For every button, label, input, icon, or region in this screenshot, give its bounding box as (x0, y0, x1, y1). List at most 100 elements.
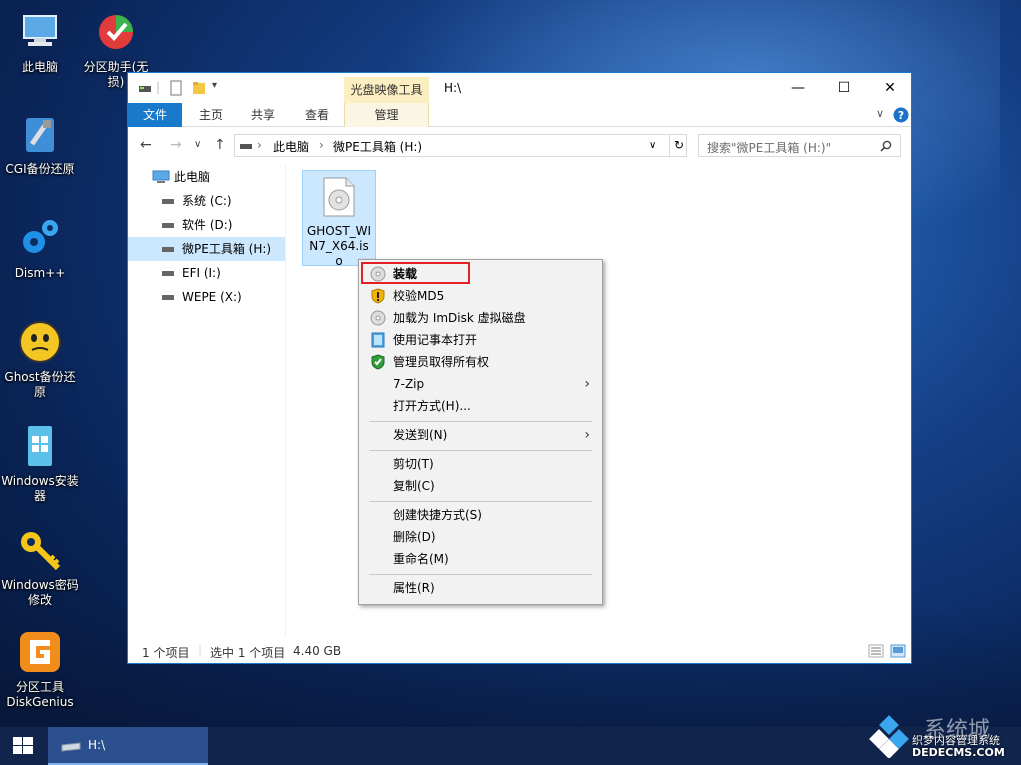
tab-home[interactable]: 主页 (186, 103, 236, 127)
menu-item-label: 属性(R) (393, 581, 435, 595)
menu-item-rename[interactable]: 重命名(M) (361, 548, 600, 570)
file-item-iso[interactable]: GHOST_WIN7_X64.iso (302, 170, 376, 268)
menu-separator (369, 574, 592, 575)
search-input[interactable]: 搜索"微PE工具箱 (H:)" (698, 134, 901, 157)
desktop-icon-windows-installer[interactable]: Windows安装器 (0, 422, 80, 504)
address-row: ← → ∨ ↑ › 此电脑 › 微PE工具箱 (H:) ∨ ↻ 搜索"微PE工具… (128, 129, 911, 161)
title-bar: | ▾ 光盘映像工具 H:\ — ☐ ✕ (128, 73, 911, 103)
computer-icon (152, 170, 170, 183)
menu-item-label: 加载为 ImDisk 虚拟磁盘 (393, 311, 526, 325)
nav-item-drive-x[interactable]: WEPE (X:) (128, 285, 285, 309)
nav-item-drive-c[interactable]: 系统 (C:) (128, 189, 285, 213)
start-button[interactable] (0, 727, 48, 765)
menu-item-open-with[interactable]: 打开方式(H)... (361, 395, 600, 417)
desktop-icon-diskgenius[interactable]: 分区工具DiskGenius (0, 628, 80, 710)
tab-file[interactable]: 文件 (128, 103, 182, 127)
nav-item-drive-i[interactable]: EFI (I:) (128, 261, 285, 285)
menu-item-label: 删除(D) (393, 530, 436, 544)
menu-item-send-to[interactable]: 发送到(N) › (361, 424, 600, 446)
tab-manage[interactable]: 管理 (344, 103, 429, 127)
shield-warning-icon (371, 288, 385, 304)
tab-share[interactable]: 共享 (238, 103, 288, 127)
desktop-icon-ghost[interactable]: Ghost备份还原 (0, 318, 80, 400)
submenu-arrow-icon: › (584, 427, 590, 443)
gears-icon (23, 220, 58, 253)
windows-installer-icon (28, 426, 52, 466)
submenu-arrow-icon: › (584, 376, 590, 392)
notepad-icon (371, 332, 385, 348)
navigation-pane: 此电脑 系统 (C:) 软件 (D:) 微PE工具箱 (H:) EFI (I:)… (128, 165, 285, 637)
back-icon[interactable]: ← (140, 137, 152, 153)
menu-item-take-ownership[interactable]: 管理员取得所有权 (361, 351, 600, 373)
desktop-icon-label: 此电脑 (21, 60, 58, 74)
address-dropdown-icon[interactable]: ∨ (649, 140, 656, 151)
recent-locations-icon[interactable]: ∨ (194, 139, 201, 150)
menu-item-label: 管理员取得所有权 (393, 355, 490, 369)
minimize-button[interactable]: — (775, 73, 821, 103)
address-bar[interactable]: › 此电脑 › 微PE工具箱 (H:) ∨ ↻ (234, 134, 687, 157)
ribbon-tabs: 文件 主页 共享 查看 管理 ∨ ? (128, 103, 911, 127)
desktop-icon-cgi[interactable]: CGI备份还原 (0, 110, 80, 177)
window-title: H:\ (444, 81, 462, 95)
separator: | (198, 643, 203, 657)
svg-text:?: ? (898, 109, 904, 122)
menu-separator (369, 501, 592, 502)
forward-icon[interactable]: → (170, 137, 182, 153)
desktop-icon-password[interactable]: Windows密码修改 (0, 526, 80, 608)
nav-item-label: WEPE (X:) (182, 290, 242, 304)
disc-icon (370, 310, 386, 326)
taskbar-item-explorer[interactable]: H:\ (48, 727, 208, 765)
desktop-icon-label: Ghost备份还原 (4, 370, 76, 399)
separator: | (156, 80, 161, 94)
diskgenius-icon (20, 632, 60, 672)
watermark: 系统城 织梦内容管理系统 DEDECMS.COM (866, 712, 1021, 765)
menu-item-label: 重命名(M) (393, 552, 449, 566)
drive-icon (162, 247, 174, 252)
annotation-highlight-box (361, 262, 470, 284)
breadcrumb-current[interactable]: 微PE工具箱 (H:) (333, 138, 422, 155)
breadcrumb-this-pc[interactable]: 此电脑 (273, 138, 309, 155)
customize-quick-access-icon[interactable]: ▾ (212, 80, 217, 96)
details-view-icon[interactable] (868, 644, 884, 658)
search-icon[interactable] (880, 140, 892, 152)
nav-item-drive-d[interactable]: 软件 (D:) (128, 213, 285, 237)
up-icon[interactable]: ↑ (214, 137, 226, 153)
desktop-icon-dism[interactable]: Dism++ (0, 214, 80, 281)
menu-item-label: 打开方式(H)... (393, 399, 471, 413)
context-tab-disc-image-tools[interactable]: 光盘映像工具 (344, 77, 429, 103)
new-folder-icon[interactable] (192, 80, 206, 96)
search-placeholder: 搜索"微PE工具箱 (H:)" (707, 141, 832, 155)
partition-assistant-icon (99, 15, 133, 49)
desktop-icon-this-pc[interactable]: 此电脑 (0, 8, 80, 75)
nav-item-this-pc[interactable]: 此电脑 (128, 165, 285, 189)
refresh-icon[interactable]: ↻ (669, 135, 684, 156)
properties-icon[interactable] (170, 80, 182, 96)
menu-item-imdisk[interactable]: 加载为 ImDisk 虚拟磁盘 (361, 307, 600, 329)
desktop-icon-label: 分区工具DiskGenius (6, 680, 74, 709)
desktop-icon-label: Windows安装器 (1, 474, 79, 503)
menu-item-create-shortcut[interactable]: 创建快捷方式(S) (361, 504, 600, 526)
menu-item-verify-md5[interactable]: 校验MD5 (361, 285, 600, 307)
menu-item-label: 使用记事本打开 (393, 333, 478, 347)
help-icon[interactable]: ? (893, 107, 909, 123)
menu-item-delete[interactable]: 删除(D) (361, 526, 600, 548)
expand-ribbon-icon[interactable]: ∨ (876, 107, 884, 120)
drive-icon (162, 295, 174, 300)
menu-item-properties[interactable]: 属性(R) (361, 577, 600, 599)
maximize-button[interactable]: ☐ (821, 73, 867, 103)
menu-item-open-notepad[interactable]: 使用记事本打开 (361, 329, 600, 351)
large-icons-view-icon[interactable] (890, 644, 906, 658)
nav-item-label: 系统 (C:) (182, 194, 232, 208)
desktop-icon-label: Windows密码修改 (1, 578, 79, 607)
status-bar: 1 个项目 | 选中 1 个项目 4.40 GB (128, 639, 911, 663)
menu-item-copy[interactable]: 复制(C) (361, 475, 600, 497)
tab-view[interactable]: 查看 (292, 103, 342, 127)
menu-item-cut[interactable]: 剪切(T) (361, 453, 600, 475)
close-button[interactable]: ✕ (867, 73, 913, 103)
context-menu: 装载 校验MD5 加载为 ImDisk 虚拟磁盘 使用记事本打开 管理员取得所有… (358, 259, 603, 605)
menu-item-7zip[interactable]: 7-Zip › (361, 373, 600, 395)
menu-separator (369, 421, 592, 422)
nav-item-drive-h[interactable]: 微PE工具箱 (H:) (128, 237, 285, 261)
drive-icon (162, 223, 174, 228)
menu-item-label: 7-Zip (393, 377, 425, 391)
